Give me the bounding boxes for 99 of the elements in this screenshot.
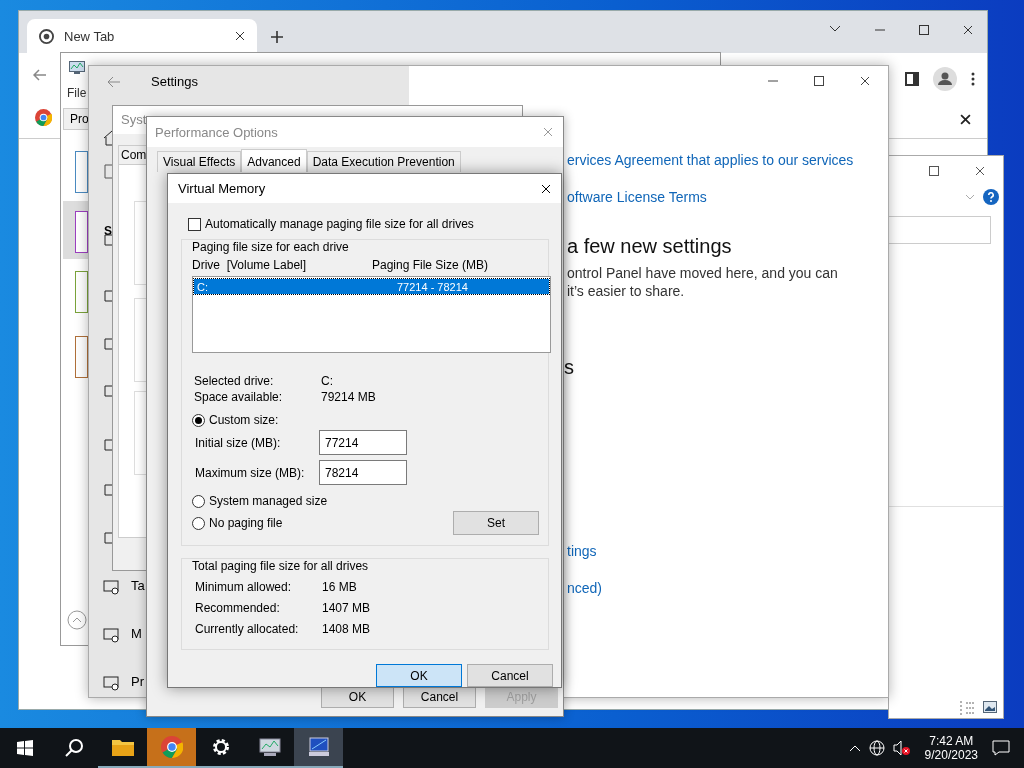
home-icon[interactable] (104, 130, 112, 146)
drive-row[interactable]: C: 77214 - 78214 (194, 279, 549, 294)
field-label: Selected drive: (194, 373, 275, 389)
link[interactable]: oftware License Terms (567, 189, 854, 205)
description-text: ontrol Panel have moved here, and you can it’s easier to share. (567, 264, 839, 300)
performance-graph[interactable] (75, 271, 88, 313)
checkbox[interactable] (188, 217, 201, 231)
picture-view-icon[interactable] (983, 701, 997, 713)
nav-item-icon[interactable] (103, 675, 119, 691)
section-heading: S (104, 224, 112, 238)
chevron-up-icon[interactable] (848, 744, 861, 752)
notification-icon[interactable] (992, 740, 1010, 756)
new-tab-icon[interactable] (269, 29, 285, 45)
taskbar-app[interactable] (294, 728, 343, 768)
dialog-button[interactable]: Cancel (403, 686, 476, 708)
tab[interactable]: Visual Effects (157, 151, 242, 172)
link[interactable]: tings (567, 543, 854, 559)
back-arrow-icon[interactable] (33, 69, 47, 81)
tab[interactable]: Advanced (241, 149, 307, 172)
side-panel-icon[interactable] (905, 72, 919, 86)
nav-item-icon[interactable] (104, 233, 112, 249)
section-heading: a few new settings (567, 235, 733, 258)
field-value: 1408 MB (322, 621, 372, 637)
field-value: 79214 MB (321, 389, 377, 405)
chrome-icon (39, 28, 54, 44)
performance-graph[interactable] (75, 211, 88, 253)
group-title: Total paging file size for all drives (190, 559, 371, 573)
globe-icon[interactable] (868, 740, 885, 756)
profile-icon[interactable] (933, 67, 957, 91)
field-label: Initial size (MB): (195, 435, 282, 450)
chevron-down-icon[interactable] (829, 25, 841, 33)
dialog-button[interactable]: Cancel (467, 664, 553, 687)
close-icon[interactable] (975, 166, 985, 176)
windows-logo-icon (16, 740, 33, 756)
radio-label: System managed size (209, 494, 328, 508)
window-title: Settings (151, 74, 198, 89)
column-header: Drive [Volume Label] (192, 258, 308, 272)
nav-item[interactable]: Ta (131, 578, 145, 593)
link[interactable]: ervices Agreement that applies to our services (567, 152, 854, 168)
window-title: Performance Options (155, 124, 278, 140)
collapse-icon[interactable] (67, 610, 87, 630)
menu-icon[interactable] (971, 72, 975, 86)
field-value: 1407 MB (322, 600, 372, 616)
volume-muted-icon[interactable] (892, 740, 911, 756)
maximize-icon[interactable] (929, 166, 939, 176)
radio-label: No paging file (209, 516, 283, 530)
clock-time[interactable]: 7:42 AM (929, 734, 974, 748)
nav-item[interactable]: Pr (131, 674, 144, 689)
performance-graph[interactable] (75, 151, 88, 193)
field-value: C: (321, 373, 334, 389)
section-heading: s (564, 356, 575, 379)
tab[interactable]: Data Execution Prevention (306, 151, 461, 172)
maximize-icon[interactable] (919, 25, 929, 35)
menu-item[interactable]: File (67, 86, 87, 100)
browser-tab[interactable]: New Tab (27, 19, 257, 53)
column-header: Paging File Size (MB) (372, 258, 490, 272)
dialog-button[interactable]: OK (321, 686, 394, 708)
chrome-logo-icon (35, 109, 52, 126)
close-icon[interactable] (860, 76, 870, 86)
chrome-logo-icon (160, 736, 183, 758)
computer-icon (306, 737, 331, 757)
window-title: Virtual Memory (178, 181, 266, 196)
field-label: Recommended: (195, 600, 281, 616)
close-icon[interactable] (541, 183, 551, 194)
tab[interactable]: Com (118, 145, 147, 165)
input-field[interactable]: 77214 (319, 430, 407, 455)
tab[interactable]: Pro (63, 108, 89, 130)
input-field[interactable]: 78214 (319, 460, 407, 485)
maximize-icon[interactable] (814, 76, 824, 86)
clock-date[interactable]: 9/20/2023 (924, 748, 978, 762)
field-label: Minimum allowed: (195, 579, 293, 595)
monitor-chart-icon (257, 737, 282, 757)
nav-item-icon[interactable] (103, 627, 119, 643)
group-title: Paging file size for each drive (190, 240, 351, 254)
field-label: Space available: (194, 389, 284, 405)
window-title: Syst (121, 112, 147, 127)
field-label: Maximum size (MB): (195, 465, 306, 480)
checkbox-label: Automatically manage paging file size for all drives (205, 217, 474, 231)
back-arrow-icon[interactable] (107, 76, 121, 88)
performance-graph[interactable] (75, 336, 88, 378)
radio-button[interactable] (192, 494, 205, 508)
radio-button[interactable] (192, 413, 205, 427)
task-manager-icon (69, 61, 85, 75)
search-icon (63, 738, 84, 758)
close-icon[interactable] (235, 31, 245, 41)
field-value: 16 MB (322, 579, 358, 595)
help-icon[interactable] (983, 189, 999, 205)
field-label: Currently allocated: (195, 621, 300, 637)
radio-label: Custom size: (209, 413, 279, 427)
folder-icon (110, 737, 135, 757)
dialog-button[interactable]: OK (376, 664, 462, 687)
nav-item-icon[interactable] (103, 579, 119, 595)
link[interactable]: nced) (567, 580, 854, 596)
gear-icon (210, 737, 231, 757)
close-icon[interactable] (963, 25, 973, 35)
nav-item[interactable]: M (131, 626, 142, 641)
close-icon[interactable] (960, 114, 971, 125)
radio-button[interactable] (192, 516, 205, 530)
set-button[interactable]: Set (453, 511, 539, 535)
